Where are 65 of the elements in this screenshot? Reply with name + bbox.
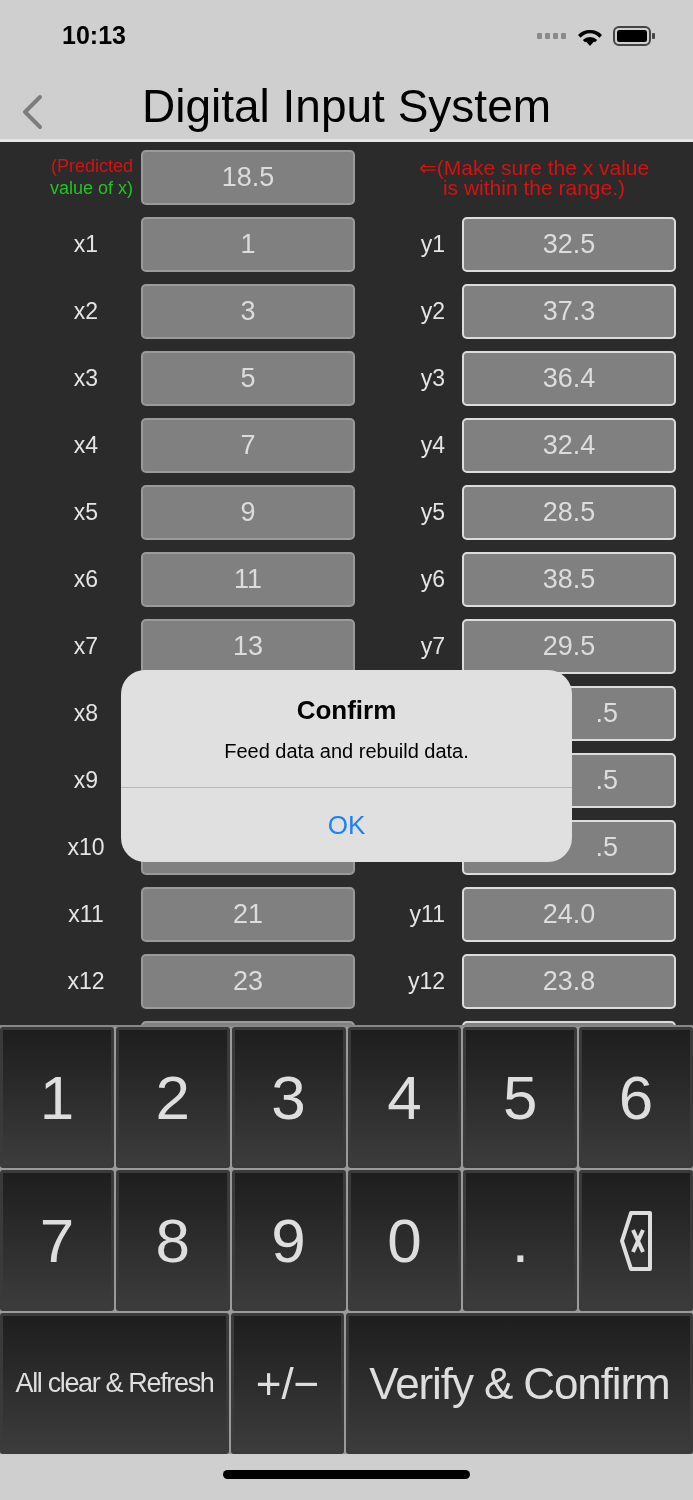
range-hint: is within the range.) <box>442 177 626 198</box>
key-button[interactable]: . <box>463 1170 578 1311</box>
x-value-field[interactable]: 1 <box>141 217 355 272</box>
key-button[interactable]: 2 <box>115 1027 230 1168</box>
range-hint: ⇐(Make sure the x value <box>418 157 650 178</box>
key-button[interactable]: 3 <box>231 1027 346 1168</box>
y-label: y5 <box>419 498 446 528</box>
backspace-button[interactable] <box>579 1170 693 1311</box>
battery-icon <box>613 26 655 46</box>
y-value-field[interactable]: 37.3 <box>462 284 676 339</box>
x-label: x10 <box>66 833 106 863</box>
prediction-field[interactable]: 18.5 <box>141 150 355 205</box>
key-button[interactable]: 4 <box>347 1027 462 1168</box>
y-label: y2 <box>419 297 446 327</box>
key-button[interactable]: 0 <box>347 1170 462 1311</box>
x-label: x1 <box>72 230 100 260</box>
y-label: y11 <box>408 900 446 930</box>
x-label: x6 <box>72 565 100 595</box>
y-value-field[interactable]: 23.8 <box>462 954 676 1009</box>
x-value-field[interactable]: 5 <box>141 351 355 406</box>
action-button[interactable]: All clear & Refresh <box>0 1313 229 1454</box>
x-value-field[interactable]: 23 <box>141 954 355 1009</box>
signal-icon <box>537 33 567 39</box>
y-label: y7 <box>419 632 446 662</box>
key-button[interactable]: 8 <box>115 1170 230 1311</box>
y-value-field[interactable]: 38.5 <box>462 552 676 607</box>
y-value-field[interactable]: 29.5 <box>462 619 676 674</box>
y-label: y12 <box>406 967 446 997</box>
backspace-icon <box>619 1209 654 1272</box>
y-value-field[interactable]: 32.5 <box>462 217 676 272</box>
x-label: x5 <box>72 498 100 528</box>
x-value-field[interactable]: 9 <box>141 485 355 540</box>
y-value-field[interactable]: 28.5 <box>462 485 676 540</box>
x-label: x9 <box>72 766 100 796</box>
back-button[interactable] <box>20 94 44 130</box>
y-label: y1 <box>419 230 446 260</box>
key-button[interactable]: 1 <box>0 1027 114 1168</box>
prediction-label: value of x) <box>49 177 133 200</box>
status-time: 10:13 <box>62 20 126 52</box>
key-button[interactable]: 9 <box>231 1170 346 1311</box>
x-label: x8 <box>72 699 100 729</box>
x-label: x12 <box>66 967 106 997</box>
dialog-title: Confirm <box>296 694 397 727</box>
x-label: x11 <box>67 900 105 930</box>
x-value-field[interactable]: 21 <box>141 887 355 942</box>
action-button[interactable]: +/− <box>231 1313 344 1454</box>
y-label: y4 <box>419 431 446 461</box>
x-value-field[interactable]: 3 <box>141 284 355 339</box>
action-button[interactable]: Verify & Confirm <box>346 1313 693 1454</box>
y-value-field[interactable]: 36.4 <box>462 351 676 406</box>
dialog-message: Feed data and rebuild data. <box>224 739 469 764</box>
prediction-label: (Predicted <box>50 155 133 178</box>
y-label: y3 <box>419 364 446 394</box>
y-value-field[interactable]: 24.0 <box>462 887 676 942</box>
x-label: x2 <box>72 297 100 327</box>
x-value-field[interactable]: 7 <box>141 418 355 473</box>
x-label: x4 <box>72 431 100 461</box>
key-button[interactable]: 6 <box>579 1027 693 1168</box>
y-label: y6 <box>419 565 446 595</box>
x-value-field[interactable]: 11 <box>141 552 355 607</box>
y-value-field[interactable]: 32.4 <box>462 418 676 473</box>
key-button[interactable]: 7 <box>0 1170 114 1311</box>
x-label: x7 <box>72 632 100 662</box>
x-label: x3 <box>72 364 100 394</box>
key-button[interactable]: 5 <box>463 1027 578 1168</box>
